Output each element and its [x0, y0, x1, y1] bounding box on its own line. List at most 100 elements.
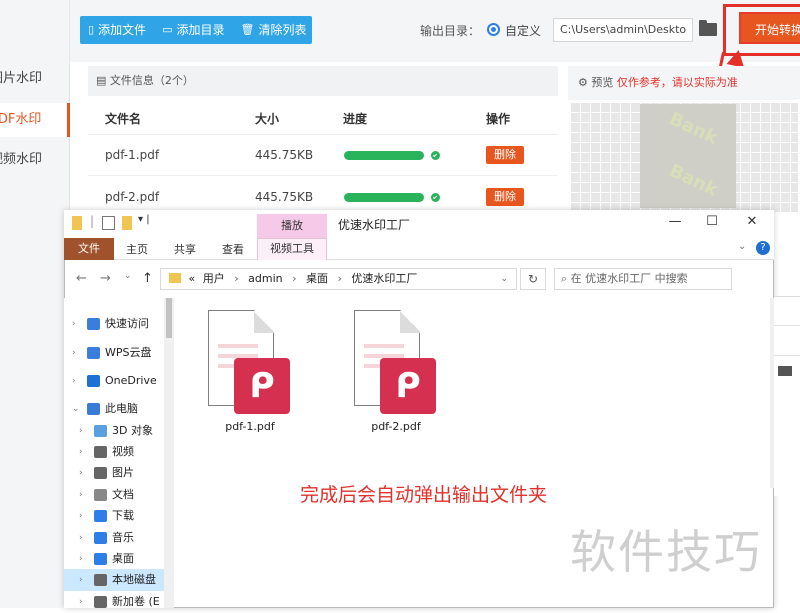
chevron-right-icon[interactable]: › — [72, 313, 76, 335]
chevron-right-icon[interactable]: › — [79, 591, 83, 613]
file-name-cell: pdf-1.pdf — [105, 148, 160, 162]
pdf-file-icon[interactable]: ᑭ — [208, 310, 290, 418]
context-tab-play[interactable]: 播放 — [257, 214, 327, 238]
new-folder-icon[interactable] — [122, 216, 132, 230]
toolbar-button-group: ▯ 添加文件 ▭ 添加目录 🗑︎ 清除列表 — [80, 16, 312, 44]
add-directory-button[interactable]: ▭ 添加目录 — [154, 16, 232, 44]
breadcrumb-desktop[interactable]: 桌面 — [306, 272, 328, 285]
browse-folder-icon[interactable] — [699, 20, 717, 36]
annotation-arrow-head — [726, 48, 748, 68]
file-icon: ▯ — [88, 23, 95, 36]
nav-item-7[interactable]: › 文档 — [64, 484, 174, 506]
chevron-right-icon[interactable]: › — [79, 420, 83, 442]
nav-item-11[interactable]: › 本地磁盘 — [64, 569, 174, 591]
tab-view[interactable]: 查看 — [222, 241, 244, 257]
nav-item-12[interactable]: › 新加卷 (E — [64, 591, 174, 613]
nav-item-0[interactable]: › 快速访问 — [64, 313, 174, 335]
ribbon-expand-icon[interactable]: ⌄ — [738, 241, 746, 252]
preview-document: Bank Bank — [640, 104, 736, 208]
chevron-right-icon[interactable]: › — [79, 548, 83, 570]
onedrive-icon — [87, 375, 100, 387]
nav-item-label: 此电脑 — [105, 402, 138, 415]
recent-dropdown-icon[interactable]: ⌄ — [124, 271, 132, 281]
delete-button[interactable]: 删除 — [486, 146, 524, 164]
breadcrumb-current[interactable]: 优速水印工厂 — [351, 272, 417, 285]
chevron-right-icon[interactable]: › — [79, 527, 83, 549]
nav-item-4[interactable]: › 3D 对象 — [64, 420, 174, 442]
forward-icon[interactable]: → — [100, 271, 111, 286]
file-info-header: ▤ 文件信息（2个） — [88, 66, 558, 96]
qat-dropdown-icon[interactable]: ▾ | — [138, 214, 150, 225]
sidebar-item-video-watermark[interactable]: 视频水印 — [0, 143, 70, 177]
output-dir-label: 输出目录： — [420, 24, 481, 38]
preview-header: ⚙ 预览 仅作参考，请以实际为准 — [568, 66, 800, 100]
output-path-input[interactable]: C:\Users\admin\Deskto — [553, 18, 693, 42]
nav-item-9[interactable]: › 音乐 — [64, 527, 174, 549]
preview-watermark: Bank — [665, 160, 721, 201]
tab-file[interactable]: 文件 — [64, 238, 114, 260]
nav-scrollbar[interactable] — [164, 298, 174, 608]
breadcrumb-separator: › — [234, 272, 239, 285]
folder-icon — [72, 216, 82, 230]
nav-item-label: 快速访问 — [105, 317, 149, 330]
tab-share[interactable]: 共享 — [174, 241, 196, 257]
picture-icon — [94, 467, 107, 479]
chevron-right-icon[interactable]: › — [72, 370, 76, 392]
maximize-icon[interactable]: ☐ — [702, 214, 722, 229]
column-header-progress: 进度 — [343, 112, 368, 126]
nav-scrollbar-thumb[interactable] — [166, 298, 172, 338]
file-name-label[interactable]: pdf-2.pdf — [346, 420, 446, 433]
trash-icon: 🗑︎ — [240, 23, 255, 36]
video-icon — [94, 446, 107, 458]
breadcrumb-overflow[interactable]: « — [189, 272, 196, 285]
search-input[interactable]: ⌕ 在 优速水印工厂 中搜索 — [554, 268, 732, 290]
nav-item-2[interactable]: › OneDrive — [64, 370, 174, 392]
custom-dir-radio-label[interactable]: 自定义 — [505, 22, 541, 39]
minimize-icon[interactable]: — — [665, 214, 685, 229]
nav-item-3[interactable]: ⌄ 此电脑 — [64, 398, 174, 420]
refresh-icon[interactable]: ↻ — [520, 268, 546, 290]
breadcrumb-admin[interactable]: admin — [248, 272, 282, 285]
chevron-right-icon[interactable]: › — [79, 484, 83, 506]
folder-icon — [169, 273, 181, 283]
nav-item-5[interactable]: › 视频 — [64, 441, 174, 463]
up-icon[interactable]: ↑ — [142, 271, 153, 286]
file-name-label[interactable]: pdf-1.pdf — [200, 420, 300, 433]
nav-item-label: 新加卷 (E — [112, 595, 160, 608]
back-icon[interactable]: ← — [76, 271, 87, 286]
chevron-right-icon[interactable]: › — [79, 462, 83, 484]
progress-bar — [344, 193, 424, 202]
sidebar-item-image-watermark[interactable]: 图片水印 — [0, 62, 70, 96]
star-icon — [87, 318, 100, 330]
close-icon[interactable]: ✕ — [742, 214, 762, 229]
pdf-file-icon[interactable]: ᑭ — [354, 310, 436, 418]
help-icon[interactable]: ? — [756, 241, 770, 255]
chevron-down-icon[interactable]: ⌄ — [72, 398, 80, 420]
tab-video-tools[interactable]: 视频工具 — [257, 238, 327, 260]
nav-item-10[interactable]: › 桌面 — [64, 548, 174, 570]
nav-item-1[interactable]: › WPS云盘 — [64, 342, 174, 364]
search-icon: ⌕ — [561, 272, 571, 285]
chevron-right-icon[interactable]: › — [79, 505, 83, 527]
nav-item-6[interactable]: › 图片 — [64, 462, 174, 484]
column-header-action: 操作 — [486, 112, 511, 126]
column-header-size: 大小 — [255, 112, 280, 126]
nav-item-8[interactable]: › 下载 — [64, 505, 174, 527]
delete-button[interactable]: 删除 — [486, 188, 524, 206]
nav-item-label: 文档 — [112, 488, 134, 501]
tab-home[interactable]: 主页 — [126, 241, 148, 257]
clear-list-button[interactable]: 🗑︎ 清除列表 — [233, 16, 315, 44]
address-dropdown-icon[interactable]: ⌄ — [500, 269, 508, 289]
chevron-right-icon[interactable]: › — [79, 569, 83, 591]
nav-item-label: WPS云盘 — [105, 346, 152, 359]
ribbon-bar — [64, 238, 774, 260]
add-file-button[interactable]: ▯ 添加文件 — [80, 16, 154, 44]
address-bar[interactable]: « 用户 › admin › 桌面 › 优速水印工厂 ⌄ — [160, 268, 517, 290]
sidebar-item-pdf-watermark[interactable]: PDF水印 — [0, 103, 70, 137]
breadcrumb-users[interactable]: 用户 — [203, 272, 225, 285]
chevron-right-icon[interactable]: › — [72, 342, 76, 364]
chevron-right-icon[interactable]: › — [79, 441, 83, 463]
wps-pdf-icon: ᑭ — [234, 358, 290, 414]
properties-icon[interactable] — [102, 216, 115, 230]
custom-dir-radio[interactable] — [487, 23, 500, 36]
